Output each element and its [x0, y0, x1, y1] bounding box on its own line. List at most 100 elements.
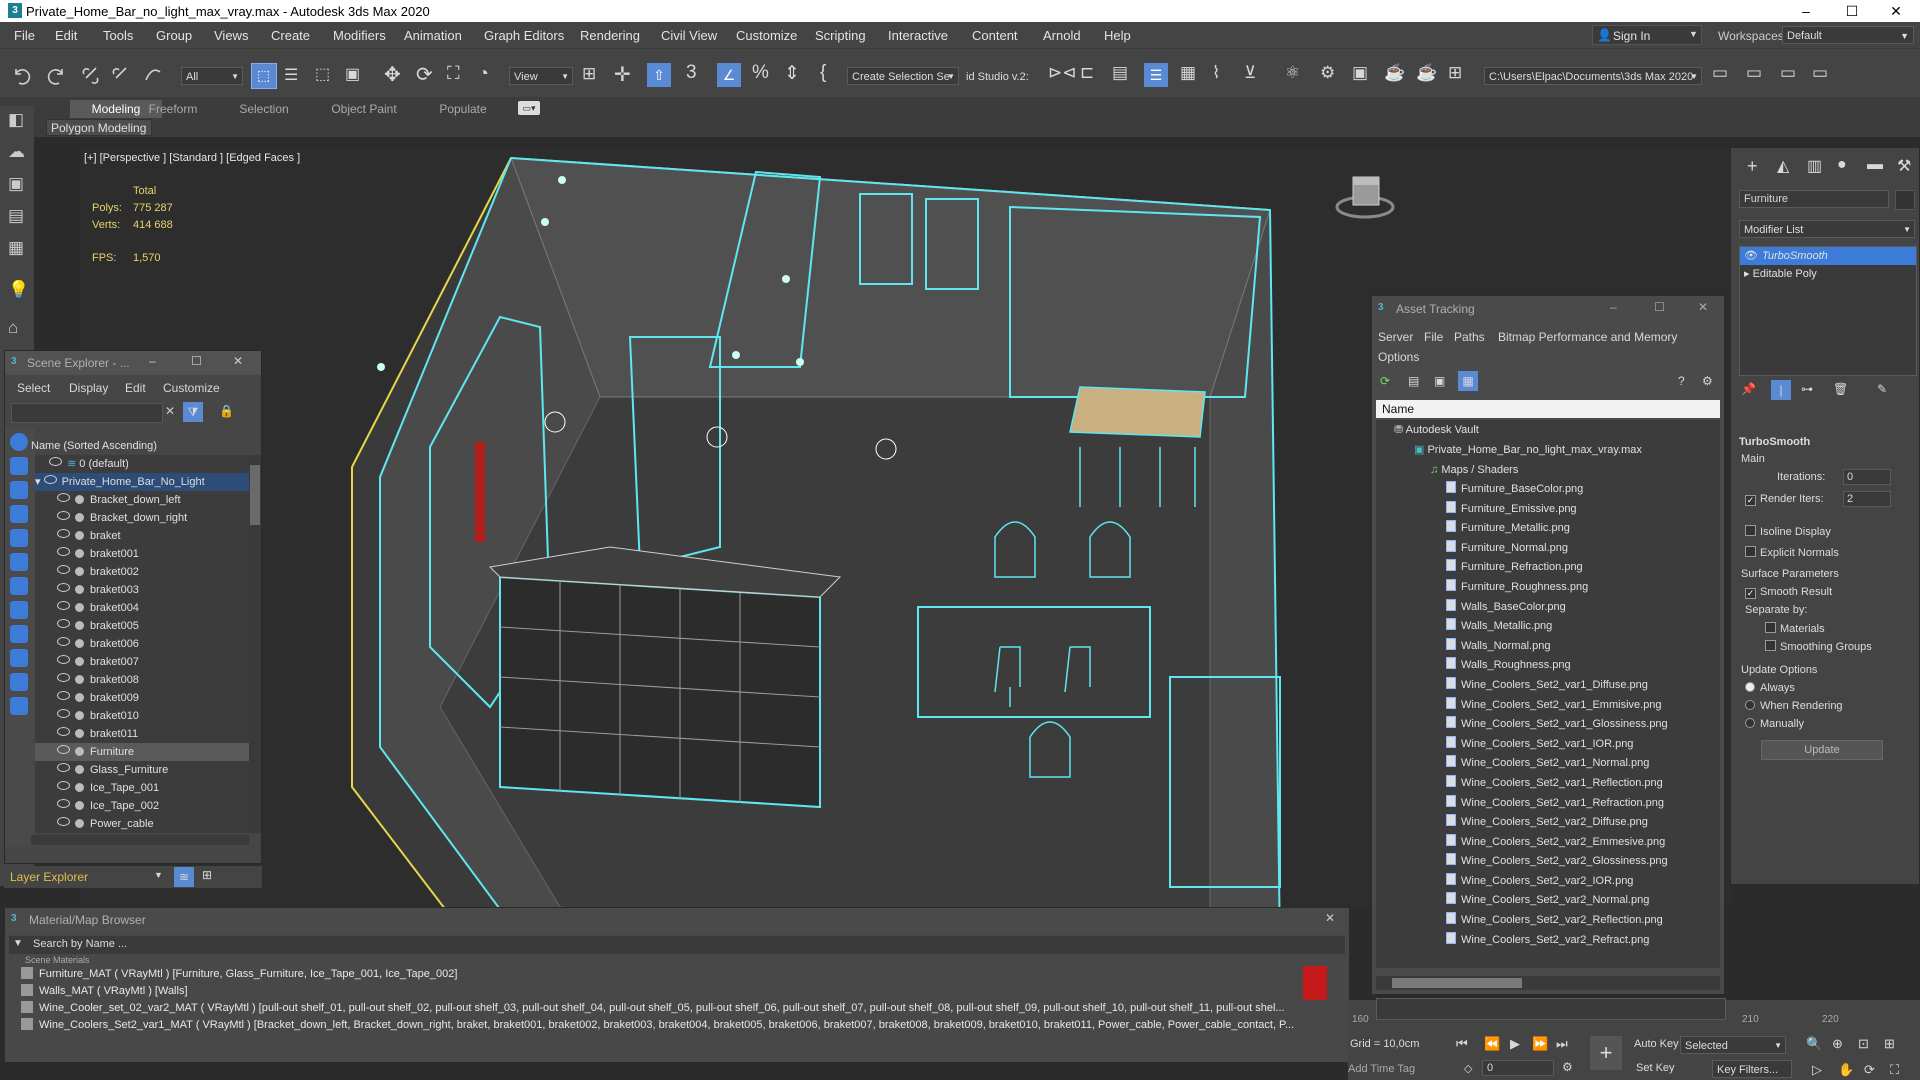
close-icon[interactable]: ✕ [233, 354, 243, 368]
asset-menu-server[interactable]: Server [1378, 330, 1413, 344]
iterations-spinner[interactable]: 0 [1843, 469, 1891, 485]
pivot-icon[interactable]: ⊞ [582, 64, 596, 84]
asset-hscrollbar[interactable] [1376, 976, 1720, 990]
schematic-view-icon[interactable]: ⊻ [1244, 63, 1256, 83]
eye-icon[interactable] [57, 655, 70, 664]
asset-file-item[interactable]: Furniture_Roughness.png [1376, 578, 1720, 598]
minimize-button[interactable]: – [1786, 1, 1826, 21]
lock-icon[interactable]: 🔒 [219, 404, 234, 418]
project-path-dropdown[interactable]: C:\Users\Elpac\Documents\3ds Max 2020 ▼ [1484, 67, 1702, 85]
asset-file-item[interactable]: Wine_Coolers_Set2_var1_Normal.png [1376, 754, 1720, 774]
menu-modifiers[interactable]: Modifiers [333, 28, 386, 43]
set-key-button[interactable]: Set Key [1636, 1062, 1675, 1074]
menu-animation[interactable]: Animation [404, 28, 462, 43]
layers-icon[interactable]: ≋ [174, 867, 194, 887]
smooth-result-checkbox[interactable]: ✓ Smooth Result [1745, 586, 1832, 599]
keyboard-shortcut-toggle-icon[interactable]: ⇧ [647, 63, 671, 87]
select-manipulate-icon[interactable]: ✛ [614, 62, 631, 87]
modifier-editable-poly[interactable]: ▸ Editable Poly [1740, 265, 1916, 283]
menu-interactive[interactable]: Interactive [888, 28, 948, 43]
tree-item[interactable]: braket002 [35, 563, 249, 581]
scene-search-input[interactable] [11, 403, 163, 423]
tree-item[interactable]: braket005 [35, 617, 249, 635]
goto-start-icon[interactable]: ⏮ [1456, 1036, 1468, 1052]
close-button[interactable]: ✕ [1876, 1, 1916, 21]
scene-tree-scrollbar[interactable] [249, 455, 261, 833]
rotate-icon[interactable]: ⟳ [416, 62, 433, 87]
place-icon[interactable]: ◔ [478, 63, 489, 84]
menu-scripting[interactable]: Scripting [815, 28, 866, 43]
camera-icon[interactable]: ⌂ [8, 318, 18, 338]
eye-icon[interactable] [57, 691, 70, 700]
rect-selection-region-icon[interactable]: ⬚ [315, 64, 330, 84]
asset-file-item[interactable]: Furniture_Refraction.png [1376, 558, 1720, 578]
eye-icon[interactable] [57, 547, 70, 556]
spinner-snap-icon[interactable]: ⇕ [784, 62, 800, 85]
time-config-icon[interactable]: ⚙ [1562, 1060, 1573, 1074]
utilities-tab-icon[interactable]: ⚒ [1897, 156, 1911, 176]
show-end-result-icon[interactable]: | [1771, 380, 1791, 400]
rendered-frame-window-icon[interactable]: ▣ [1352, 63, 1368, 83]
fov-icon[interactable]: ▷ [1812, 1062, 1822, 1078]
display-geometry-icon[interactable] [10, 433, 28, 451]
material-row[interactable]: Wine_Coolers_Set2_var1_MAT ( VRayMtl ) [… [21, 1017, 1337, 1034]
tree-item-selected[interactable]: Furniture [35, 743, 249, 761]
project-folder-icon[interactable]: ▭ [1712, 63, 1728, 83]
isoline-checkbox[interactable]: Isoline Display [1745, 525, 1831, 538]
materials-checkbox[interactable]: Materials [1765, 622, 1825, 635]
menu-civil-view[interactable]: Civil View [661, 28, 717, 43]
asset-file-item[interactable]: Furniture_Metallic.png [1376, 519, 1720, 539]
render-icon[interactable]: ▣ [8, 174, 24, 194]
current-frame-spinner[interactable]: 0 [1482, 1060, 1554, 1076]
table-icon[interactable]: ▦ [8, 238, 24, 258]
modifier-list-dropdown[interactable]: Modifier List ▼ [1739, 220, 1915, 238]
eye-icon[interactable] [57, 601, 70, 610]
motion-tab-icon[interactable]: ● [1837, 156, 1847, 174]
set-project-icon[interactable]: ▭ [1812, 63, 1828, 83]
scale-icon[interactable]: ⛶ [447, 63, 460, 84]
material-row[interactable]: Furniture_MAT ( VRayMtl ) [Furniture, Gl… [21, 966, 1337, 983]
percent-snap-icon[interactable]: % [752, 62, 769, 84]
material-editor-icon[interactable]: ⚛ [1285, 63, 1300, 83]
smoothing-groups-checkbox[interactable]: Smoothing Groups [1765, 640, 1872, 653]
zoom-extents-icon[interactable]: ⊡ [1858, 1036, 1869, 1052]
tree-item[interactable]: braket011 [35, 725, 249, 743]
eye-icon[interactable] [57, 565, 70, 574]
play-icon[interactable]: ▶ [1510, 1036, 1520, 1052]
material-search-bar[interactable]: ▼ Search by Name ... [9, 936, 1345, 954]
explicit-normals-checkbox[interactable]: Explicit Normals [1745, 546, 1839, 559]
asset-file-item[interactable]: Wine_Coolers_Set2_var1_Diffuse.png [1376, 676, 1720, 696]
zoom-all-icon[interactable]: ⊕ [1832, 1036, 1843, 1052]
create-tab-icon[interactable]: + [1747, 156, 1758, 177]
named-selection-dropdown[interactable]: Create Selection Se ▼ [847, 67, 959, 85]
display-lights-icon[interactable] [10, 481, 28, 499]
remove-modifier-icon[interactable]: 🗑 [1833, 382, 1848, 396]
material-row[interactable]: Wine_Cooler_set_02_var2_MAT ( VRayMtl ) … [21, 1000, 1337, 1017]
tree-item[interactable]: Bracket_down_left [35, 491, 249, 509]
asset-file-item[interactable]: Wine_Coolers_Set2_var2_Glossiness.png [1376, 852, 1720, 872]
maps-folder-item[interactable]: ♫ Maps / Shaders [1376, 460, 1720, 480]
curve-editor-icon[interactable]: ⌇ [1212, 63, 1220, 83]
scrollbar-thumb[interactable] [250, 465, 260, 525]
pin-stack-icon[interactable]: 📌 [1741, 382, 1756, 396]
display-xrefs-icon[interactable] [10, 601, 28, 619]
tree-item[interactable]: Power_cable [35, 815, 249, 833]
asset-column-header[interactable]: Name [1376, 400, 1720, 418]
asset-file-item[interactable]: Wine_Coolers_Set2_var1_Glossiness.png [1376, 715, 1720, 735]
scene-menu-customize[interactable]: Customize [163, 381, 220, 395]
filter-icon[interactable]: ⧩ [183, 402, 203, 422]
menu-customize[interactable]: Customize [736, 28, 797, 43]
ref-coord-dropdown[interactable]: View ▼ [509, 67, 573, 85]
make-unique-icon[interactable]: ⊶ [1801, 382, 1813, 396]
selection-filter-dropdown[interactable]: All ▼ [181, 67, 243, 85]
asset-file-item[interactable]: Wine_Coolers_Set2_var2_IOR.png [1376, 872, 1720, 892]
menu-help[interactable]: Help [1104, 28, 1131, 43]
scene-file-item[interactable]: ▣ Private_Home_Bar_no_light_max_vray.max [1376, 440, 1720, 460]
close-icon[interactable]: ✕ [1698, 300, 1708, 314]
tree-item[interactable]: Ice_Tape_002 [35, 797, 249, 815]
zoom-icon[interactable]: 🔍 [1806, 1036, 1822, 1052]
scene-menu-display[interactable]: Display [69, 381, 108, 395]
rollout-title[interactable]: TurboSmooth [1739, 436, 1810, 448]
tree-item[interactable]: braket008 [35, 671, 249, 689]
angle-snap-icon[interactable]: ∠ [717, 63, 741, 87]
